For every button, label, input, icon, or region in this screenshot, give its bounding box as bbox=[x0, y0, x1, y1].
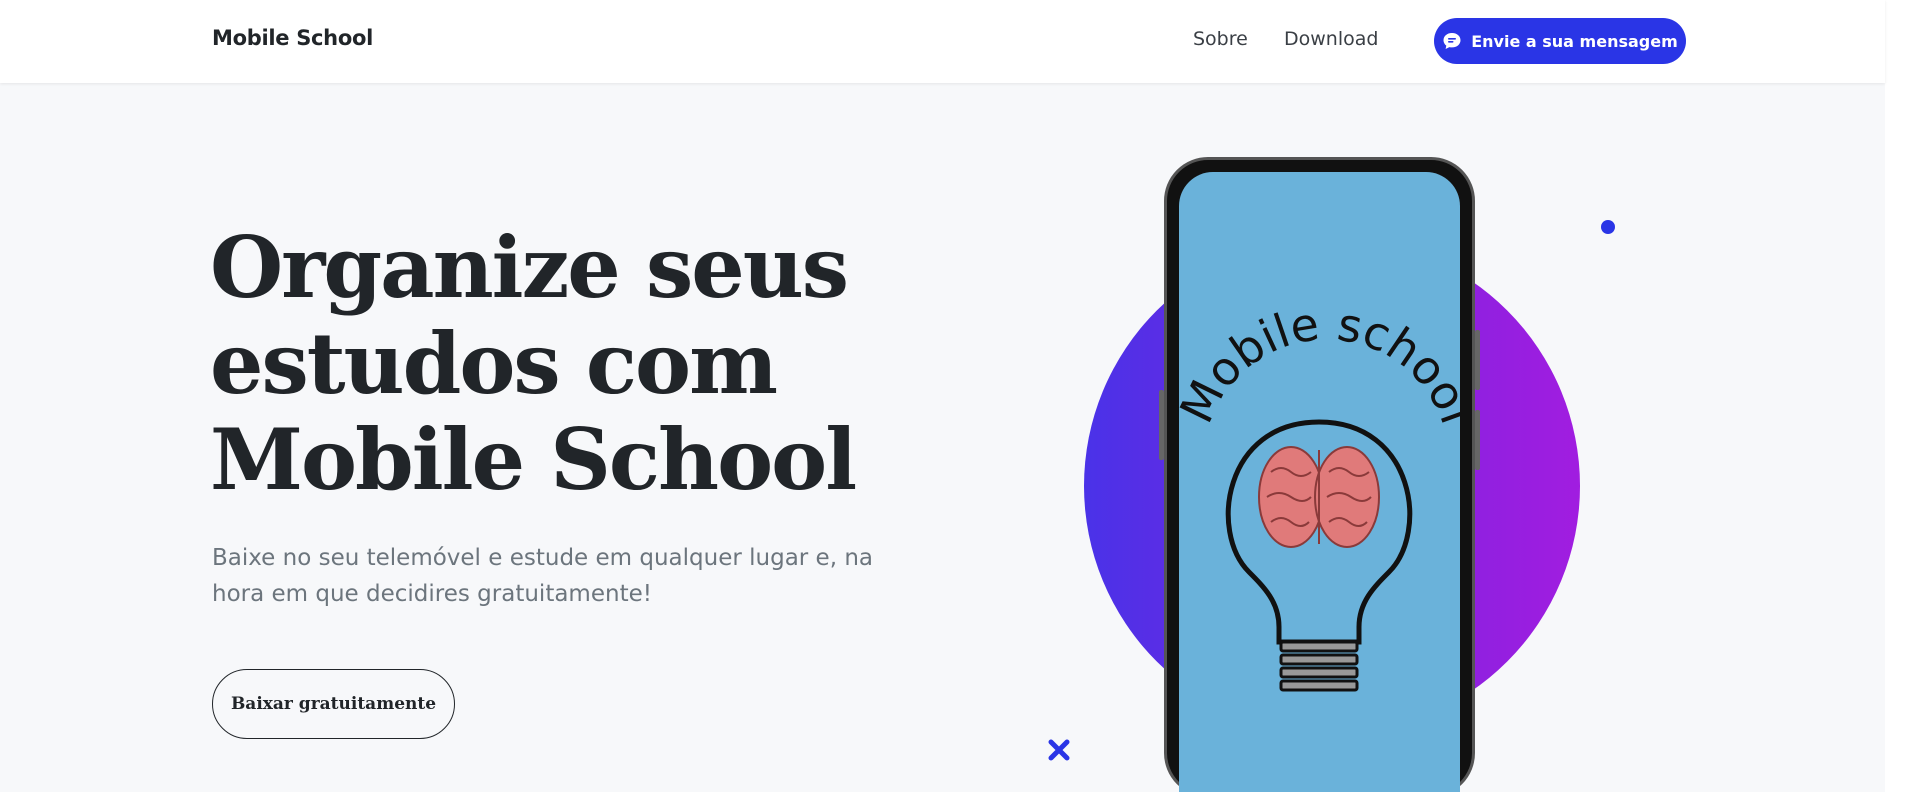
nav-link-sobre[interactable]: Sobre bbox=[1193, 28, 1248, 50]
download-free-button[interactable]: Baixar gratuitamente bbox=[212, 669, 455, 739]
brand-logo[interactable]: Mobile School bbox=[212, 26, 373, 50]
mobile-school-logo: Mobile school bbox=[1179, 296, 1460, 692]
phone-mockup: Mobile school bbox=[1159, 157, 1480, 792]
logo-arc-text: Mobile school bbox=[1179, 296, 1460, 431]
brain-icon bbox=[1258, 446, 1380, 548]
send-message-label: Envie a sua mensagem bbox=[1471, 31, 1678, 51]
dot-icon bbox=[1601, 220, 1615, 234]
hero-title-line: Organize seus bbox=[210, 218, 849, 317]
navbar: Mobile School Sobre Download Envie a sua… bbox=[0, 0, 1885, 83]
bulb-base bbox=[1279, 640, 1359, 692]
hero-title-line: Mobile School bbox=[210, 410, 857, 509]
send-message-button[interactable]: Envie a sua mensagem bbox=[1434, 18, 1686, 64]
chat-bubble-icon bbox=[1442, 31, 1462, 51]
phone-screen: Mobile school bbox=[1179, 172, 1460, 792]
nav-link-download[interactable]: Download bbox=[1284, 28, 1378, 50]
hero-title-line: estudos com bbox=[210, 314, 778, 413]
phone-side-button bbox=[1159, 390, 1164, 460]
hero-title: Organize seus estudos com Mobile School bbox=[210, 220, 970, 508]
cross-icon bbox=[1047, 738, 1071, 766]
phone-side-button bbox=[1475, 410, 1480, 470]
page-edge bbox=[1885, 0, 1920, 792]
phone-side-button bbox=[1475, 330, 1480, 390]
hero-subtitle: Baixe no seu telemóvel e estude em qualq… bbox=[212, 545, 874, 607]
